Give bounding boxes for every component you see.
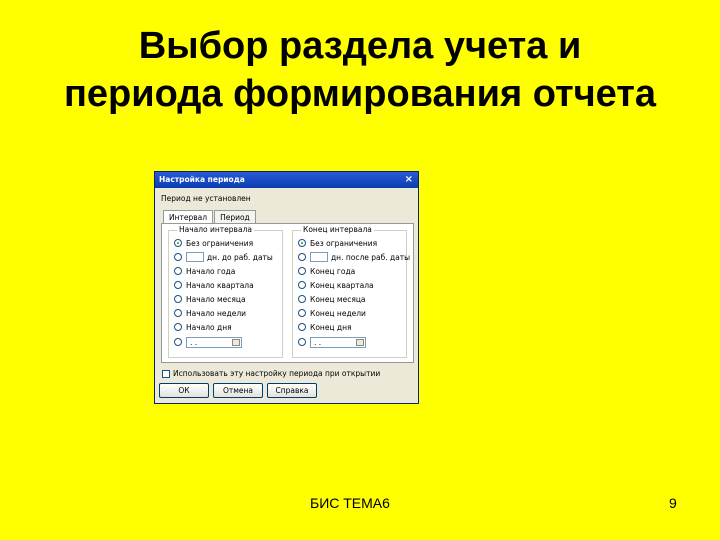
option-label: Начало недели — [186, 308, 247, 318]
radio-button[interactable] — [174, 323, 182, 331]
radio-button[interactable] — [174, 239, 182, 247]
option-label: Конец месяца — [310, 294, 366, 304]
radio-button[interactable] — [174, 295, 182, 303]
option-label: Конец года — [310, 266, 356, 276]
start-option-month[interactable]: Начало месяца — [174, 293, 246, 305]
start-interval-group: Начало интервала Без ограничения дн. до … — [168, 225, 283, 358]
end-option-month[interactable]: Конец месяца — [298, 293, 366, 305]
end-option-quarter[interactable]: Конец квартала — [298, 279, 374, 291]
start-option-unlimited[interactable]: Без ограничения — [174, 237, 253, 249]
option-label: Конец недели — [310, 308, 366, 318]
start-group-title: Начало интервала — [177, 225, 254, 234]
option-label: Без ограничения — [186, 238, 254, 248]
radio-button[interactable] — [298, 239, 306, 247]
dialog-title: Настройка периода — [159, 175, 245, 184]
radio-button[interactable] — [174, 253, 182, 261]
dialog-buttons: ОК Отмена Справка — [159, 383, 321, 398]
radio-button[interactable] — [174, 267, 182, 275]
option-label: Конец квартала — [310, 280, 374, 290]
option-label: Начало месяца — [186, 294, 246, 304]
period-status-text: Период не установлен — [161, 194, 251, 203]
tab-interval[interactable]: Интервал — [163, 210, 214, 223]
use-setting-label: Использовать эту настройку периода при о… — [173, 369, 381, 378]
help-button[interactable]: Справка — [267, 383, 317, 398]
start-option-days-before[interactable]: дн. до раб. даты — [174, 251, 273, 263]
use-setting-checkbox[interactable] — [162, 369, 170, 378]
radio-button[interactable] — [174, 281, 182, 289]
end-option-days-after[interactable]: дн. после раб. даты — [298, 251, 410, 263]
start-option-quarter[interactable]: Начало квартала — [174, 279, 254, 291]
radio-button[interactable] — [298, 281, 306, 289]
radio-button[interactable] — [298, 253, 306, 261]
tab-panel-interval: Начало интервала Без ограничения дн. до … — [161, 223, 414, 363]
option-label: Начало дня — [186, 322, 232, 332]
tab-period[interactable]: Период — [214, 210, 256, 223]
end-interval-group: Конец интервала Без ограничения дн. посл… — [292, 225, 410, 358]
radio-button[interactable] — [298, 338, 306, 346]
dialog-tabs: Интервал Период — [163, 210, 257, 223]
radio-button[interactable] — [174, 309, 182, 317]
radio-button[interactable] — [298, 267, 306, 275]
start-date-input[interactable]: . . — [186, 336, 242, 348]
end-group-title: Конец интервала — [301, 225, 374, 234]
cancel-button[interactable]: Отмена — [213, 383, 263, 398]
calendar-icon[interactable] — [232, 338, 240, 346]
end-date-input[interactable]: . . — [310, 336, 366, 348]
radio-button[interactable] — [174, 338, 182, 346]
option-label: Начало года — [186, 266, 236, 276]
option-label: дн. до раб. даты — [207, 252, 273, 262]
slide-title: Выбор раздела учета и периода формирован… — [0, 22, 720, 118]
slide-title-line-1: Выбор раздела учета и — [138, 25, 582, 67]
slide-page-number: 9 — [669, 495, 677, 511]
option-label: Без ограничения — [310, 238, 378, 248]
date-value: . . — [314, 337, 322, 347]
start-option-date[interactable]: . . — [174, 336, 242, 348]
dialog-titlebar: Настройка периода × — [155, 172, 418, 188]
calendar-icon[interactable] — [356, 338, 364, 346]
end-option-day[interactable]: Конец дня — [298, 321, 352, 333]
option-label: дн. после раб. даты — [331, 252, 411, 262]
end-option-week[interactable]: Конец недели — [298, 307, 366, 319]
use-setting-checkbox-row[interactable]: Использовать эту настройку периода при о… — [162, 369, 380, 378]
radio-button[interactable] — [298, 323, 306, 331]
end-option-date[interactable]: . . — [298, 336, 366, 348]
slide-footer-text: БИС ТЕМА6 — [310, 495, 390, 511]
period-settings-dialog: Настройка периода × Период не установлен… — [154, 171, 419, 404]
radio-button[interactable] — [298, 309, 306, 317]
close-icon[interactable]: × — [405, 172, 413, 188]
option-label: Начало квартала — [186, 280, 254, 290]
days-input[interactable] — [310, 252, 328, 262]
date-value: . . — [190, 337, 198, 347]
end-option-year[interactable]: Конец года — [298, 265, 355, 277]
start-option-day[interactable]: Начало дня — [174, 321, 232, 333]
days-input[interactable] — [186, 252, 204, 262]
ok-button[interactable]: ОК — [159, 383, 209, 398]
radio-button[interactable] — [298, 295, 306, 303]
start-option-year[interactable]: Начало года — [174, 265, 235, 277]
end-option-unlimited[interactable]: Без ограничения — [298, 237, 377, 249]
start-option-week[interactable]: Начало недели — [174, 307, 246, 319]
slide-title-line-2: периода формирования отчета — [63, 73, 657, 115]
option-label: Конец дня — [310, 322, 352, 332]
